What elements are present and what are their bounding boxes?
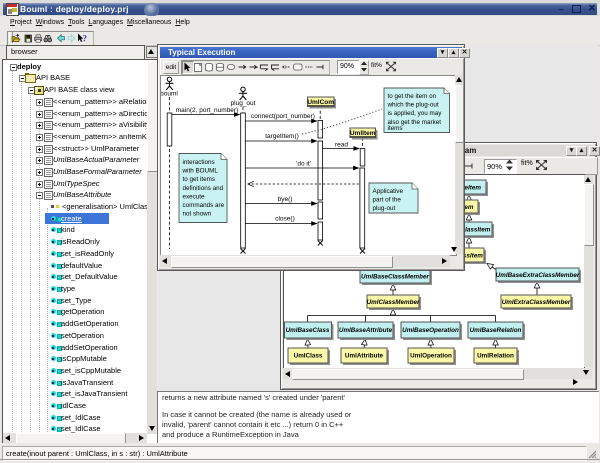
svg-text:targetItem(): targetItem() — [265, 133, 299, 140]
svg-text:read: read — [335, 142, 348, 149]
svg-text:UmlCom: UmlCom — [307, 99, 334, 106]
svg-text:UmlBaseExtraClassMember: UmlBaseExtraClassMember — [496, 272, 580, 279]
svg-text:UmlBaseOperation: UmlBaseOperation — [402, 327, 459, 334]
svg-text:'do it': 'do it' — [296, 161, 311, 168]
svg-text:execute: execute — [183, 193, 206, 200]
svg-text:close(): close() — [275, 216, 295, 223]
svg-text:plug-out: plug-out — [373, 205, 396, 212]
svg-text:to get the item on: to get the item on — [388, 93, 437, 100]
svg-text:UmlBaseRelation: UmlBaseRelation — [470, 327, 522, 334]
svg-text:definitions and: definitions and — [183, 185, 224, 192]
svg-text:UmlBaseAttribute: UmlBaseAttribute — [339, 327, 393, 334]
svg-text:interactions: interactions — [183, 159, 215, 166]
svg-text:UmlOperation: UmlOperation — [410, 353, 452, 360]
svg-text:bye(): bye() — [278, 196, 293, 203]
svg-text:UmlItem: UmlItem — [350, 130, 376, 137]
svg-text:not shown: not shown — [183, 211, 212, 218]
svg-text:bouml: bouml — [161, 91, 178, 98]
svg-text:Applicative: Applicative — [373, 188, 404, 195]
svg-text:UmlExtraClassMember: UmlExtraClassMember — [502, 299, 571, 306]
svg-text:?: ? — [83, 34, 88, 44]
svg-text:main(2, port_number): main(2, port_number) — [176, 107, 239, 114]
svg-text:part of the: part of the — [373, 197, 402, 204]
svg-text:is applied, you may: is applied, you may — [388, 110, 443, 117]
svg-text:which the plug-out: which the plug-out — [387, 102, 439, 109]
svg-text:plug_out: plug_out — [231, 100, 256, 107]
svg-text:UmlAttribute: UmlAttribute — [345, 353, 384, 360]
svg-text:UmlClass: UmlClass — [294, 353, 323, 360]
svg-text:UmlClassMember: UmlClassMember — [367, 299, 420, 306]
svg-text:items: items — [388, 125, 403, 132]
svg-text:connect(port_number): connect(port_number) — [251, 113, 315, 120]
svg-text:commands are: commands are — [183, 202, 225, 209]
svg-text:UmlRelation: UmlRelation — [477, 353, 514, 360]
svg-text:UmlBaseClassMember: UmlBaseClassMember — [361, 274, 429, 281]
svg-text:UmlBaseClass: UmlBaseClass — [286, 327, 330, 334]
svg-text:to get items: to get items — [183, 176, 216, 183]
svg-text:with BOUML: with BOUML — [182, 168, 219, 175]
